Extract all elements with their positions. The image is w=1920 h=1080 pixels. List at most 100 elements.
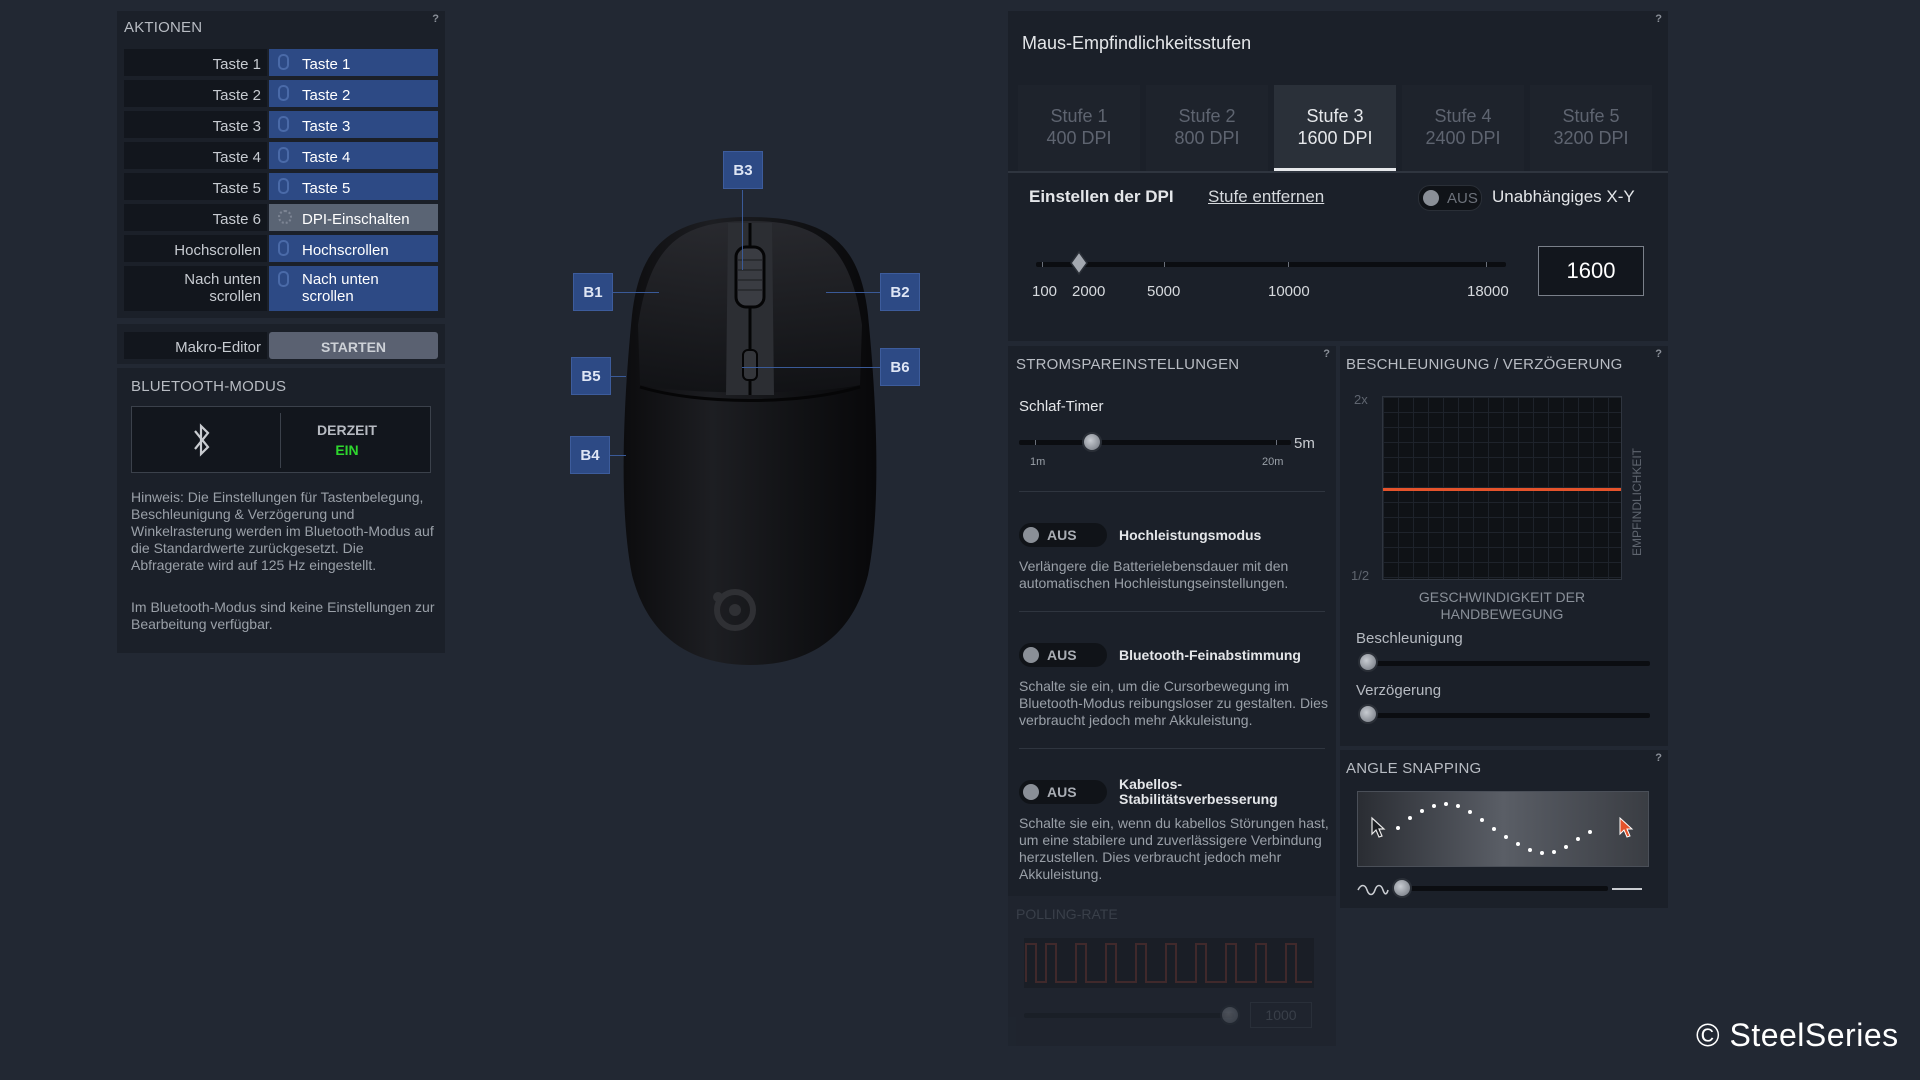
tab-stufe-3[interactable]: Stufe 3 1600 DPI bbox=[1274, 85, 1396, 171]
angle-snapping-track[interactable] bbox=[1398, 886, 1608, 891]
accel-curve bbox=[1383, 488, 1621, 491]
remove-stage-link[interactable]: Stufe entfernen bbox=[1208, 187, 1324, 207]
action-assignment[interactable]: Taste 2 bbox=[269, 80, 438, 107]
slider-tick bbox=[1288, 262, 1289, 267]
polling-track bbox=[1024, 1013, 1234, 1018]
deceleration-track[interactable] bbox=[1360, 713, 1650, 718]
high-performance-desc: Verlängere die Batterielebensdauer mit d… bbox=[1019, 558, 1289, 591]
connector-line bbox=[826, 292, 880, 293]
accel-y-min: 1/2 bbox=[1351, 568, 1370, 583]
mouse-icon bbox=[278, 178, 289, 194]
power-title: STROMSPAREINSTELLUNGEN bbox=[1016, 356, 1240, 373]
dpi-scale-label: 5000 bbox=[1147, 283, 1181, 300]
tab-label: Stufe 2 bbox=[1178, 106, 1236, 126]
high-performance-toggle[interactable]: AUS bbox=[1019, 523, 1107, 547]
action-assignment[interactable]: Nach unten scrollen bbox=[269, 266, 438, 311]
acceleration-label: Beschleunigung bbox=[1356, 630, 1463, 647]
action-source: Taste 6 bbox=[124, 204, 267, 231]
dpi-scale-label: 2000 bbox=[1072, 283, 1106, 300]
connector-line bbox=[610, 455, 626, 456]
action-row: Taste 5 Taste 5 bbox=[124, 173, 438, 200]
toggle-knob bbox=[1023, 527, 1039, 543]
mouse-button-b2[interactable]: B2 bbox=[880, 273, 920, 311]
action-assignment[interactable]: Taste 4 bbox=[269, 142, 438, 169]
independent-xy-label: Unabhängiges X-Y bbox=[1492, 187, 1635, 206]
tab-label: Stufe 3 bbox=[1306, 106, 1364, 126]
action-row: Taste 3 Taste 3 bbox=[124, 111, 438, 138]
macro-editor-label: Makro-Editor bbox=[124, 332, 267, 359]
toggle-label: AUS bbox=[1047, 527, 1077, 543]
dpi-set-label: Einstellen der DPI bbox=[1029, 187, 1174, 206]
dpi-value-input[interactable]: 1600 bbox=[1538, 246, 1644, 296]
independent-xy-toggle[interactable]: AUS bbox=[1418, 185, 1482, 211]
angle-snapping-thumb[interactable] bbox=[1392, 878, 1412, 898]
mouse-button-b6[interactable]: B6 bbox=[880, 348, 920, 386]
wireless-stability-desc: Schalte sie ein, wenn du kabellos Störun… bbox=[1019, 815, 1329, 882]
dpi-slider-track[interactable] bbox=[1036, 262, 1506, 267]
wave-icon bbox=[1357, 883, 1389, 896]
mouse-icon bbox=[278, 240, 289, 256]
deceleration-thumb[interactable] bbox=[1358, 704, 1378, 724]
macro-start-button[interactable]: STARTEN bbox=[269, 332, 438, 359]
tab-label: Stufe 1 bbox=[1050, 106, 1108, 126]
mouse-icon bbox=[278, 54, 289, 70]
accel-y-axis-label: EMPFINDLICHKEIT bbox=[1630, 447, 1644, 556]
tab-dpi: 2400 DPI bbox=[1425, 128, 1501, 148]
action-row: Hochscrollen Hochscrollen bbox=[124, 235, 438, 262]
dpi-slider-thumb[interactable] bbox=[1070, 250, 1088, 276]
accel-panel: BESCHLEUNIGUNG / VERZÖGERUNG ? 2x 1/2 EM… bbox=[1340, 346, 1668, 746]
wireless-stability-toggle[interactable]: AUS bbox=[1019, 780, 1107, 804]
help-icon[interactable]: ? bbox=[1323, 348, 1330, 360]
mouse-image bbox=[610, 205, 890, 675]
sleep-timer-max: 20m bbox=[1262, 456, 1284, 468]
sleep-timer-label: Schlaf-Timer bbox=[1019, 398, 1104, 415]
mouse-button-b3[interactable]: B3 bbox=[723, 151, 763, 189]
action-assignment-label: Taste 2 bbox=[302, 87, 351, 104]
tab-stufe-4[interactable]: Stufe 4 2400 DPI bbox=[1402, 85, 1524, 171]
help-icon[interactable]: ? bbox=[432, 13, 439, 25]
tab-stufe-1[interactable]: Stufe 1 400 DPI bbox=[1018, 85, 1140, 171]
power-panel: STROMSPAREINSTELLUNGEN ? Schlaf-Timer 5m… bbox=[1008, 346, 1336, 896]
mouse-button-b4[interactable]: B4 bbox=[570, 436, 610, 474]
help-icon[interactable]: ? bbox=[1655, 13, 1662, 25]
sleep-timer-track[interactable] bbox=[1019, 440, 1291, 445]
action-row: Taste 6 DPI-Einschalten bbox=[124, 204, 438, 231]
action-assignment[interactable]: Taste 3 bbox=[269, 111, 438, 138]
action-source: Hochscrollen bbox=[124, 235, 267, 262]
action-assignment[interactable]: DPI-Einschalten bbox=[269, 204, 438, 231]
angle-snapping-panel: ANGLE SNAPPING ? bbox=[1340, 750, 1668, 908]
bluetooth-tuning-toggle[interactable]: AUS bbox=[1019, 643, 1107, 667]
help-icon[interactable]: ? bbox=[1655, 348, 1662, 360]
tab-stufe-5[interactable]: Stufe 5 3200 DPI bbox=[1530, 85, 1652, 171]
tab-stufe-2[interactable]: Stufe 2 800 DPI bbox=[1146, 85, 1268, 171]
mouse-button-b5[interactable]: B5 bbox=[571, 357, 611, 395]
dpi-cycle-icon bbox=[278, 210, 292, 224]
action-assignment-label: Taste 3 bbox=[302, 118, 351, 135]
help-icon[interactable]: ? bbox=[1655, 752, 1662, 764]
acceleration-track[interactable] bbox=[1360, 661, 1650, 666]
sleep-timer-thumb[interactable] bbox=[1082, 432, 1102, 452]
slider-tick bbox=[1164, 262, 1165, 267]
action-assignment-label: Nach unten scrollen bbox=[302, 271, 379, 305]
dpi-title: Maus-Empfindlichkeitsstufen bbox=[1022, 33, 1252, 53]
divider bbox=[1019, 491, 1325, 492]
action-assignment[interactable]: Taste 5 bbox=[269, 173, 438, 200]
tab-divider bbox=[1008, 171, 1668, 173]
wireless-stability-label: Kabellos-Stabilitätsverbesserung bbox=[1119, 776, 1278, 807]
toggle-label: AUS bbox=[1447, 190, 1478, 207]
action-assignment[interactable]: Hochscrollen bbox=[269, 235, 438, 262]
action-source: Taste 3 bbox=[124, 111, 267, 138]
action-row: Taste 4 Taste 4 bbox=[124, 142, 438, 169]
mouse-button-b1[interactable]: B1 bbox=[573, 273, 613, 311]
action-assignment-label: DPI-Einschalten bbox=[302, 211, 410, 228]
action-assignment[interactable]: Taste 1 bbox=[269, 49, 438, 76]
polling-title: POLLING-RATE bbox=[1016, 906, 1118, 922]
dpi-scale-label: 100 bbox=[1032, 283, 1058, 300]
bluetooth-tuning-desc: Schalte sie ein, um die Cursorbewegung i… bbox=[1019, 678, 1328, 728]
dpi-panel: Maus-Empfindlichkeitsstufen ? Stufe 1 400… bbox=[1008, 11, 1668, 341]
accel-graph bbox=[1382, 396, 1622, 580]
acceleration-thumb[interactable] bbox=[1358, 652, 1378, 672]
mouse-icon bbox=[278, 271, 289, 287]
bluetooth-tuning-label: Bluetooth-Feinabstimmung bbox=[1119, 647, 1301, 663]
connector-line bbox=[742, 190, 743, 270]
